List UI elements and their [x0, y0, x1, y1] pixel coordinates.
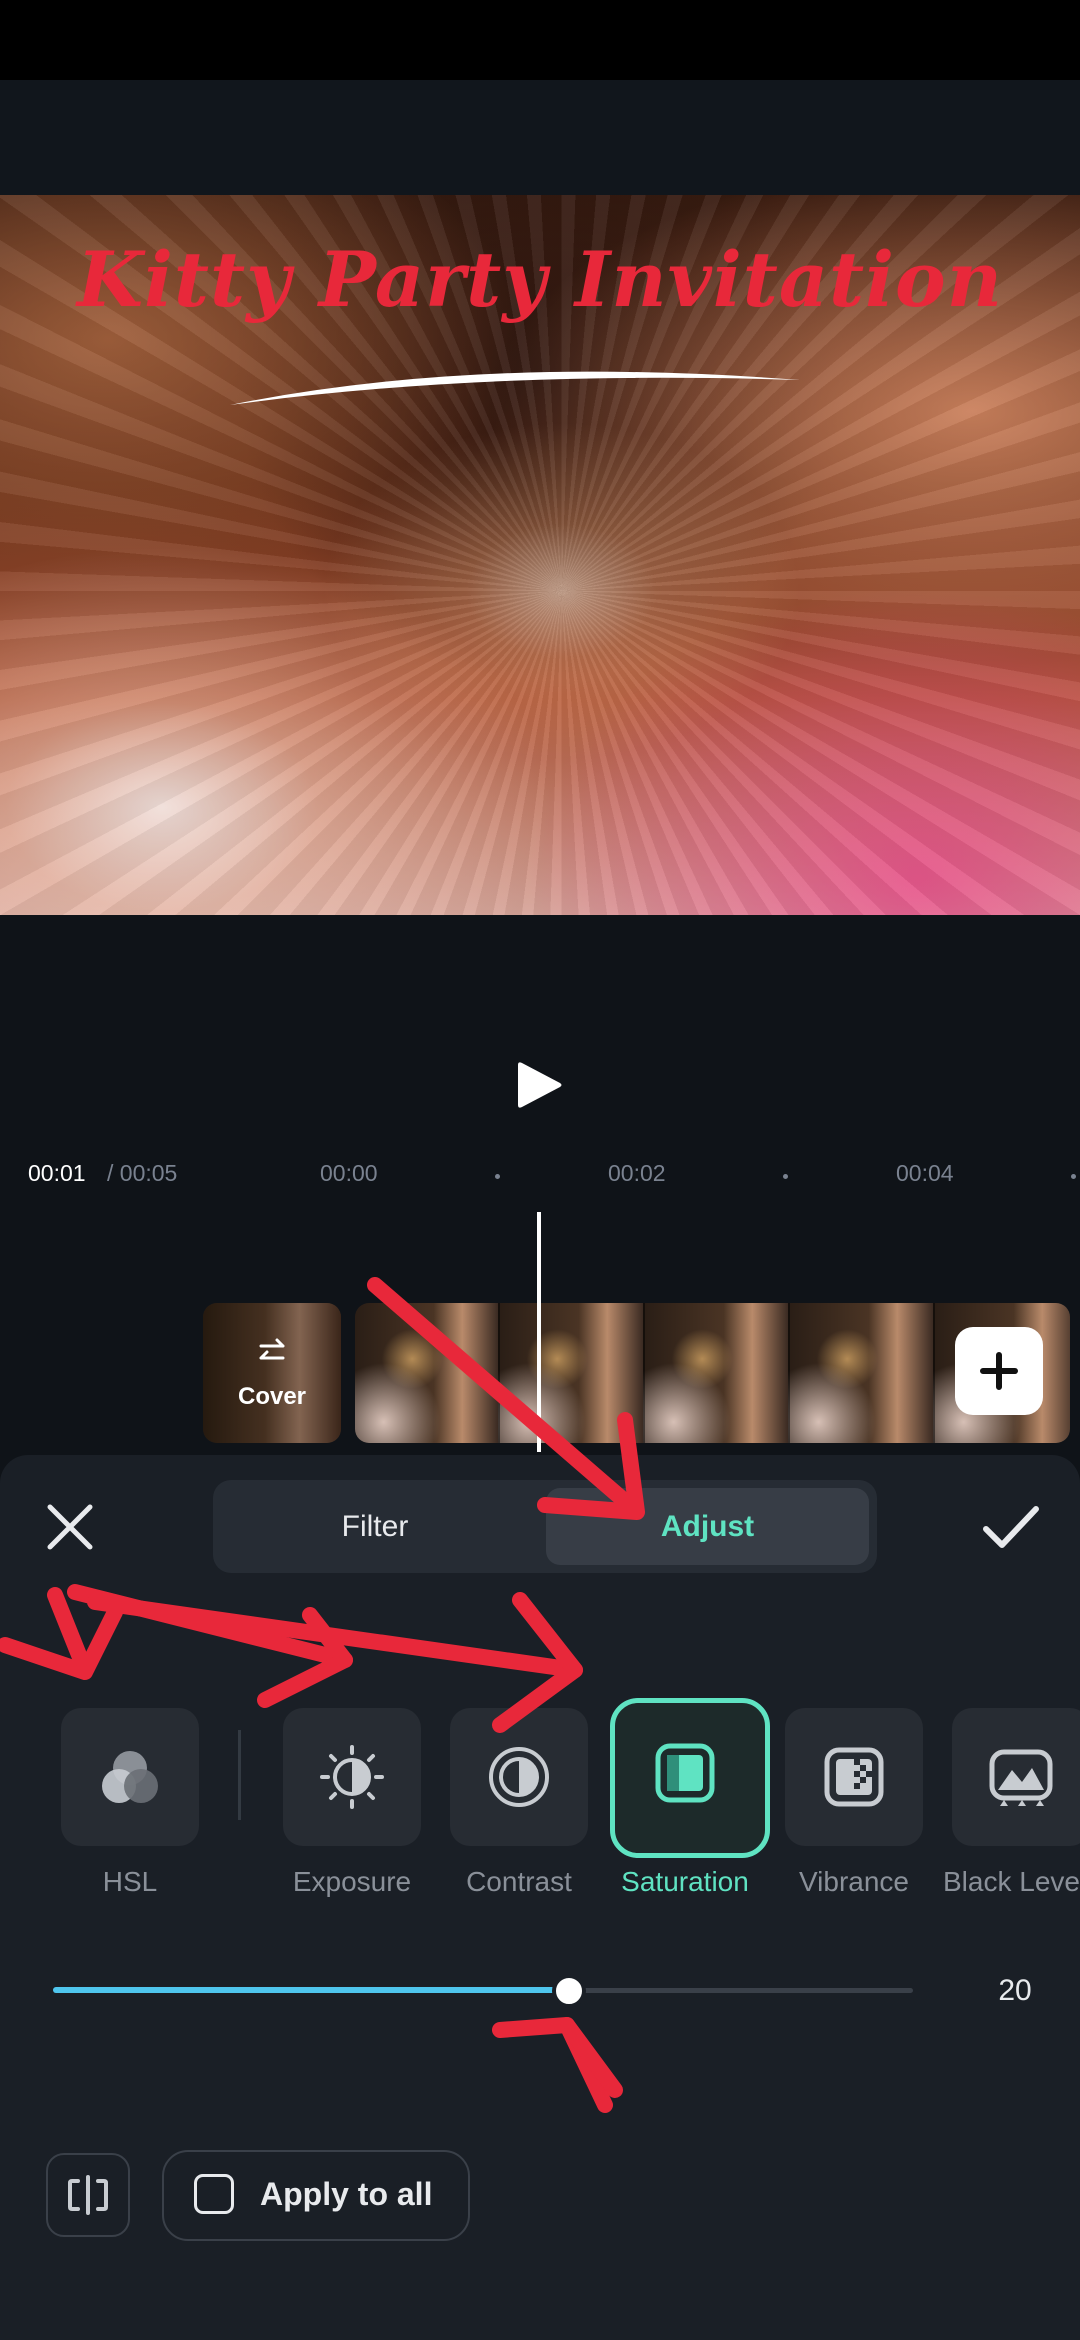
compare-icon — [68, 2175, 108, 2215]
filter-adjust-tabs: Filter Adjust — [213, 1480, 877, 1573]
tick-dot — [1071, 1174, 1076, 1179]
plus-icon — [980, 1352, 1018, 1390]
tab-filter[interactable]: Filter — [213, 1488, 537, 1565]
close-icon — [47, 1504, 93, 1550]
tool-hsl[interactable] — [61, 1708, 199, 1846]
checkmark-icon — [983, 1506, 1039, 1548]
tool-saturation-label: Saturation — [621, 1866, 749, 1897]
tool-contrast-label: Contrast — [466, 1866, 572, 1897]
tool-exposure[interactable] — [283, 1708, 421, 1846]
tool-vibrance-label: Vibrance — [798, 1866, 909, 1897]
play-button[interactable] — [510, 1055, 570, 1115]
exposure-icon — [320, 1745, 384, 1809]
current-time: 00:01 — [28, 1160, 86, 1186]
black-level-icon — [989, 1749, 1053, 1806]
tab-adjust[interactable]: Adjust — [546, 1488, 869, 1565]
preview-swoosh-stroke — [230, 371, 800, 405]
playhead[interactable] — [537, 1212, 541, 1452]
apply-to-all-toggle[interactable]: Apply to all — [162, 2150, 470, 2241]
tool-black-level-label: Black Level — [943, 1866, 1080, 1897]
status-bar — [0, 0, 1080, 80]
tool-saturation[interactable] — [610, 1698, 770, 1858]
total-time: / 00:05 — [107, 1160, 178, 1186]
compare-button[interactable] — [46, 2153, 130, 2237]
contrast-icon — [489, 1747, 549, 1807]
close-button[interactable] — [40, 1497, 100, 1557]
tool-exposure-label: Exposure — [292, 1866, 412, 1897]
vibrance-icon — [824, 1747, 884, 1807]
tool-divider — [238, 1730, 241, 1820]
saturation-icon — [655, 1743, 715, 1803]
saturation-slider-thumb[interactable] — [552, 1974, 586, 2008]
clip-frame — [790, 1303, 935, 1443]
apply-to-all-label: Apply to all — [260, 2176, 433, 2212]
time-tick: 00:00 — [320, 1160, 378, 1186]
time-tick: 00:02 — [608, 1160, 666, 1186]
tick-dot — [495, 1174, 500, 1179]
video-preview: Kitty Party Invitation — [0, 195, 1080, 915]
clip-frame — [645, 1303, 790, 1443]
cover-label: Cover — [237, 1383, 307, 1410]
saturation-slider-fill — [53, 1987, 569, 1993]
tool-black-level[interactable] — [952, 1708, 1080, 1846]
play-icon — [518, 1062, 562, 1108]
tool-contrast[interactable] — [450, 1708, 588, 1846]
swap-icon — [259, 1338, 285, 1360]
clip-frame — [355, 1303, 500, 1443]
tool-vibrance[interactable] — [785, 1708, 923, 1846]
add-clip-button[interactable] — [955, 1327, 1043, 1415]
preview-title-text: Kitty Party Invitation — [77, 235, 1003, 324]
hsl-icon — [102, 1751, 158, 1803]
tick-dot — [783, 1174, 788, 1179]
tool-hsl-label: HSL — [102, 1866, 158, 1897]
top-bar — [0, 80, 1080, 195]
time-tick: 00:04 — [896, 1160, 954, 1186]
timeline-ruler: 00:01 / 00:05 00:00 00:02 00:04 — [0, 1160, 1080, 1200]
apply-to-all-checkbox[interactable] — [194, 2174, 234, 2214]
cover-button[interactable]: Cover — [203, 1303, 341, 1443]
saturation-value: 20 — [998, 1974, 1032, 2007]
confirm-button[interactable] — [978, 1497, 1043, 1557]
clip-frame — [500, 1303, 645, 1443]
